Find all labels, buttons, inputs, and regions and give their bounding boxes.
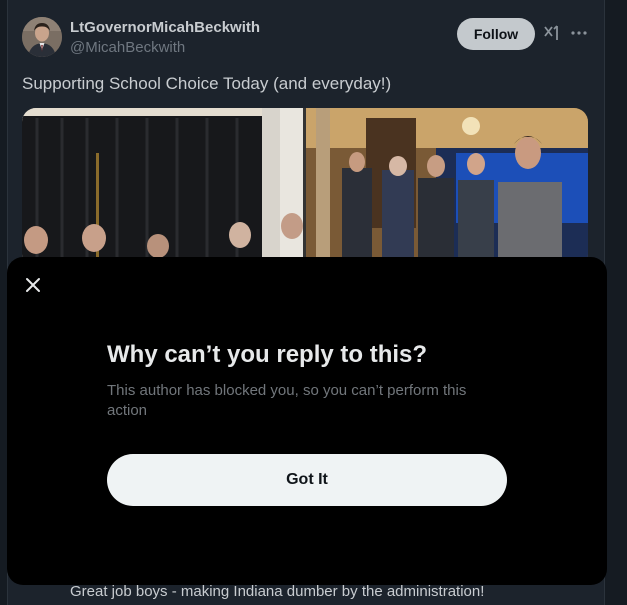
photo-right[interactable] <box>306 108 588 268</box>
follow-button[interactable]: Follow <box>457 18 535 50</box>
avatar[interactable] <box>22 17 62 57</box>
photo-grid[interactable] <box>22 108 588 268</box>
blocked-reply-dialog: Why can’t you reply to this? This author… <box>7 257 607 585</box>
close-icon[interactable] <box>21 273 45 297</box>
photo-left[interactable] <box>22 108 303 268</box>
grok-icon[interactable] <box>543 24 561 42</box>
reply-text: Great job boys - making Indiana dumber b… <box>70 583 485 600</box>
display-name[interactable]: LtGovernorMicahBeckwith <box>70 19 260 36</box>
handle[interactable]: @MicahBeckwith <box>70 39 185 56</box>
dialog-title: Why can’t you reply to this? <box>107 341 428 368</box>
tweet-text: Supporting School Choice Today (and ever… <box>22 74 392 93</box>
dialog-body: This author has blocked you, so you can’… <box>107 382 467 419</box>
screen: LtGovernorMicahBeckwith @MicahBeckwith F… <box>0 0 627 605</box>
more-icon[interactable] <box>570 24 588 42</box>
got-it-button[interactable]: Got It <box>107 454 507 506</box>
